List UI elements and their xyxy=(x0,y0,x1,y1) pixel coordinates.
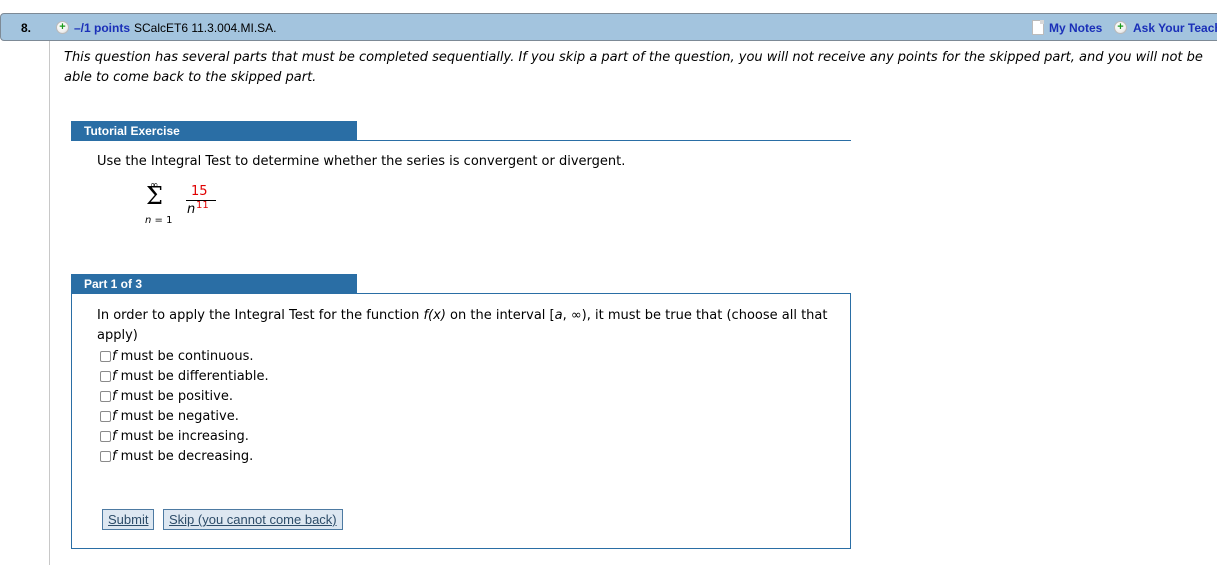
option-var: f xyxy=(112,388,117,404)
points-link[interactable]: –/1 points xyxy=(74,21,130,35)
option-positive[interactable]: f must be positive. xyxy=(100,386,269,406)
option-label[interactable]: must be differentiable. xyxy=(121,369,269,384)
part-title: Part 1 of 3 xyxy=(71,274,357,294)
option-label[interactable]: must be increasing. xyxy=(121,429,249,444)
part-question: In order to apply the Integral Test for … xyxy=(97,306,837,346)
submit-button[interactable]: Submit xyxy=(102,509,155,530)
option-label[interactable]: must be continuous. xyxy=(121,349,254,364)
left-divider xyxy=(49,41,50,565)
option-var: f xyxy=(112,348,117,364)
question-text-prefix: In order to apply the Integral Test for … xyxy=(97,308,424,323)
fraction-denominator-base: n xyxy=(187,202,196,217)
checkbox[interactable] xyxy=(100,390,111,402)
option-label[interactable]: must be decreasing. xyxy=(121,449,254,464)
question-code: SCalcET6 11.3.004.MI.SA. xyxy=(134,21,277,35)
options-list: f must be continuous. f must be differenti… xyxy=(100,346,269,466)
fraction-numerator: 15 xyxy=(191,184,208,199)
plus-circle-icon[interactable]: + xyxy=(1114,21,1127,34)
checkbox[interactable] xyxy=(100,350,111,362)
checkbox[interactable] xyxy=(100,450,111,462)
question-text-mid: on the interval [ xyxy=(445,308,555,323)
option-decreasing[interactable]: f must be decreasing. xyxy=(100,446,269,466)
intro-text: This question has several parts that mus… xyxy=(64,50,1203,85)
series-expression: ∞ Σ n = 1 15 n 11 xyxy=(145,180,235,230)
checkbox[interactable] xyxy=(100,370,111,382)
option-label[interactable]: must be positive. xyxy=(121,389,233,404)
option-label[interactable]: must be negative. xyxy=(121,409,239,424)
tutorial-divider xyxy=(357,140,851,141)
option-var: f xyxy=(112,448,117,464)
tutorial-instruction: Use the Integral Test to determine wheth… xyxy=(97,154,626,169)
plus-circle-icon[interactable]: + xyxy=(56,21,69,34)
option-var: f xyxy=(112,428,117,444)
option-var: f xyxy=(112,408,117,424)
fraction-denominator-exponent: 11 xyxy=(196,200,209,211)
question-function: f(x) xyxy=(423,308,446,323)
option-increasing[interactable]: f must be increasing. xyxy=(100,426,269,446)
note-page-icon[interactable] xyxy=(1032,20,1044,35)
ask-teacher-link[interactable]: Ask Your Teacher xyxy=(1133,21,1217,35)
my-notes-link[interactable]: My Notes xyxy=(1049,21,1102,35)
option-var: f xyxy=(112,368,117,384)
skip-button[interactable]: Skip (you cannot come back) xyxy=(163,509,343,530)
option-differentiable[interactable]: f must be differentiable. xyxy=(100,366,269,386)
checkbox[interactable] xyxy=(100,430,111,442)
tutorial-title: Tutorial Exercise xyxy=(71,121,357,141)
question-number: 8. xyxy=(21,21,32,35)
series-lower-limit: n = 1 xyxy=(145,215,172,226)
index-start: = 1 xyxy=(151,215,173,226)
question-interval-start: a xyxy=(554,308,563,323)
option-continuous[interactable]: f must be continuous. xyxy=(100,346,269,366)
sigma-symbol: Σ xyxy=(146,182,163,210)
checkbox[interactable] xyxy=(100,410,111,422)
question-header: 8. + –/1 points SCalcET6 11.3.004.MI.SA.… xyxy=(0,13,1217,41)
option-negative[interactable]: f must be negative. xyxy=(100,406,269,426)
